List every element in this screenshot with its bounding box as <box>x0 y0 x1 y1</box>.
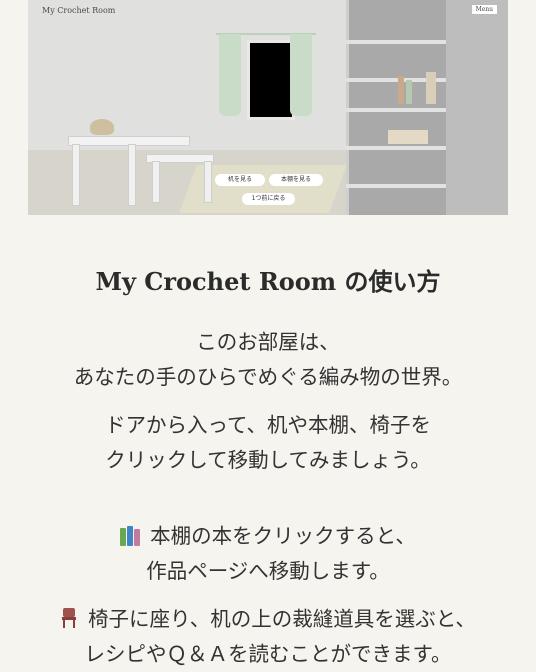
books-icon <box>120 526 142 546</box>
chair-leg <box>152 161 160 203</box>
book[interactable] <box>406 80 412 104</box>
room-scene: My Crochet Room Menu 机を見る 本棚を見る 1つ前に戻る <box>28 0 508 215</box>
curtain-left <box>219 34 241 116</box>
shelf-board <box>346 108 446 112</box>
view-desk-button[interactable]: 机を見る <box>215 174 265 186</box>
site-logo[interactable]: My Crochet Room <box>42 6 115 15</box>
page-title: My Crochet Room の使い方 <box>95 267 441 296</box>
shelf-board <box>346 184 446 188</box>
chair-icon <box>60 605 78 628</box>
yarn-basket[interactable] <box>90 119 114 135</box>
chair-leg <box>204 161 212 203</box>
desk-leg <box>128 144 136 206</box>
bookshelf-line-1: 本棚の本をクリックすると、 <box>0 519 536 554</box>
intro-text: このお部屋は、 あなたの手のひらでめぐる編み物の世界。 <box>0 325 536 395</box>
chair-line-1: 椅子に座り、机の上の裁縫道具を選ぶと、 <box>0 602 536 637</box>
shelf-board <box>346 40 446 44</box>
back-button[interactable]: 1つ前に戻る <box>242 193 295 205</box>
door-text: ドアから入って、机や本棚、椅子を クリックして移動してみましょう。 <box>0 408 536 478</box>
bookshelf-side <box>446 0 508 215</box>
menu-button[interactable]: Menu <box>470 4 498 15</box>
desk-leg <box>72 144 80 206</box>
window[interactable] <box>247 40 295 120</box>
curtain-right <box>290 34 312 116</box>
door-line-2: クリックして移動してみましょう。 <box>105 448 431 472</box>
intro-line-1: このお部屋は、 <box>196 330 340 354</box>
book[interactable] <box>426 72 436 104</box>
chair-line-2: レシピやＱ＆Ａを読むことができます。 <box>84 642 452 666</box>
view-bookshelf-button[interactable]: 本棚を見る <box>269 174 323 186</box>
intro-line-2: あなたの手のひらでめぐる編み物の世界。 <box>73 365 463 389</box>
book[interactable] <box>388 130 428 144</box>
chair-text: 椅子に座り、机の上の裁縫道具を選ぶと、 レシピやＱ＆Ａを読むことができます。 <box>0 602 536 672</box>
door-line-1: ドアから入って、机や本棚、椅子を <box>105 413 431 437</box>
bookshelf-text: 本棚の本をクリックすると、 作品ページへ移動します。 <box>0 519 536 589</box>
book[interactable] <box>398 76 404 104</box>
shelf-board <box>346 146 446 150</box>
bookshelf-line-2: 作品ページへ移動します。 <box>146 559 390 583</box>
